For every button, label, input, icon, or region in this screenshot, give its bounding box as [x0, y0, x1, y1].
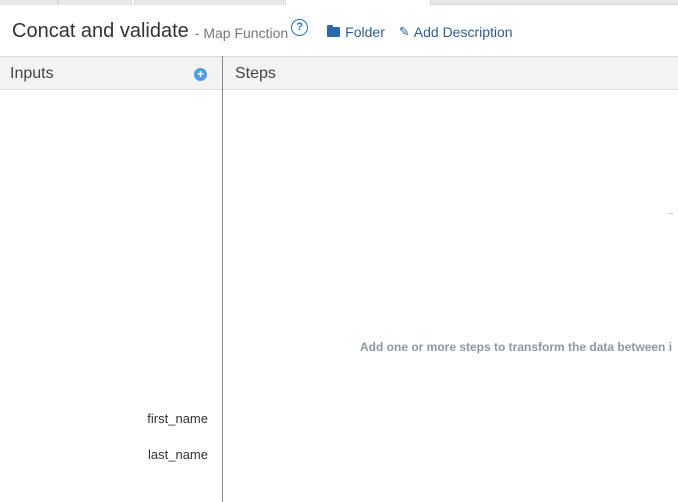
add-description-label: Add Description: [413, 24, 513, 40]
folder-button[interactable]: Folder: [327, 22, 385, 40]
tab-strip: [0, 0, 678, 5]
canvas-mark: [669, 213, 673, 214]
help-icon[interactable]: ?: [291, 18, 309, 36]
tab-active[interactable]: [285, 0, 431, 5]
page-subtitle: - Map Function: [194, 24, 289, 41]
folder-label: Folder: [345, 24, 385, 40]
title-row: Concat and validate - Map Function ? Fol…: [12, 17, 513, 45]
tab[interactable]: [134, 0, 284, 5]
steps-panel-header: Steps: [223, 56, 678, 90]
steps-empty-message: Add one or more steps to transform the d…: [360, 340, 673, 354]
inputs-title: Inputs: [10, 65, 54, 82]
add-description-button[interactable]: ✎ Add Description: [399, 22, 513, 40]
tab[interactable]: [58, 0, 132, 5]
tab-strip-filler: [431, 0, 678, 5]
pencil-icon: ✎: [398, 24, 410, 39]
inputs-panel-header: Inputs +: [0, 56, 222, 90]
steps-title: Steps: [235, 65, 276, 82]
tab[interactable]: [0, 0, 58, 5]
page-title: Concat and validate: [12, 19, 189, 42]
map-function-editor: Concat and validate - Map Function ? Fol…: [0, 0, 678, 502]
input-item-last-name[interactable]: last_name: [148, 447, 208, 462]
panel-divider[interactable]: [222, 56, 223, 502]
input-item-first-name[interactable]: first_name: [147, 411, 208, 426]
add-input-icon[interactable]: +: [194, 68, 207, 81]
folder-icon: [327, 25, 341, 37]
